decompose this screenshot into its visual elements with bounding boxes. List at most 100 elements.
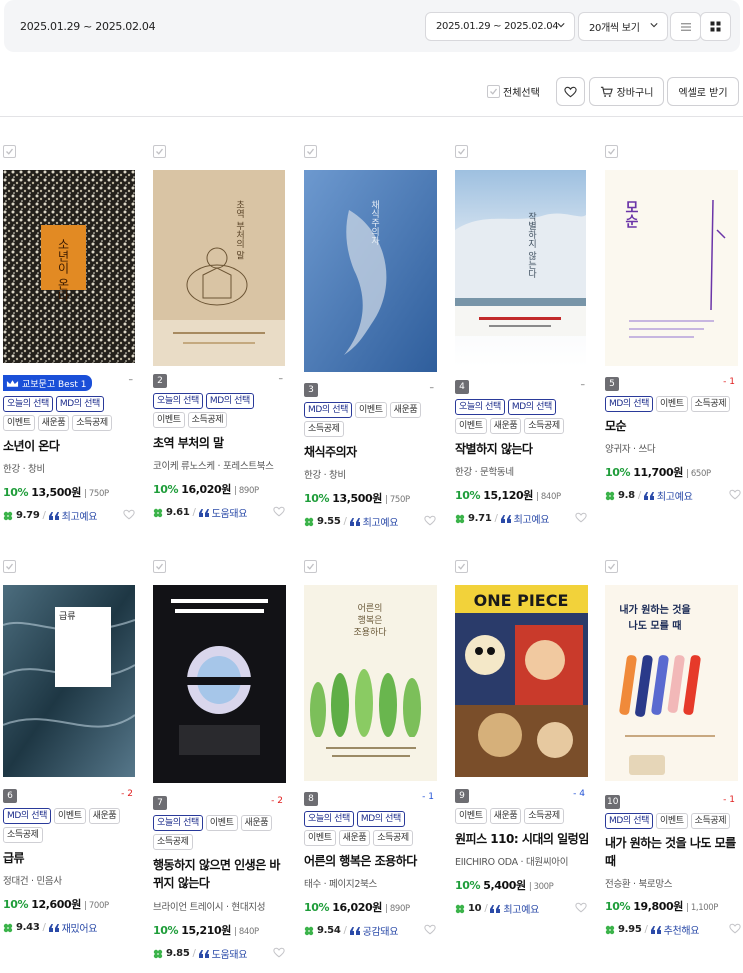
book-title[interactable]: 내가 원하는 것을 나도 모를 때 (605, 834, 739, 870)
rank-change: – (278, 374, 284, 384)
heart-icon[interactable] (273, 506, 285, 517)
clover-icon (605, 925, 615, 934)
tag-list: MD의 선택 이벤트 새운품 소득공제 (3, 808, 137, 843)
review-keyword: 최고예요 (61, 512, 98, 523)
book-card[interactable]: 모순 5 - 1 MD의 선택 이벤트 소득공제 모순 양귀자 · 쓰다 10%… (605, 145, 743, 515)
book-card[interactable]: 채식주의자 3 – MD의 선택 이벤트 새운품 소득공제 채식주의자 한강 ·… (304, 145, 444, 535)
book-card[interactable]: 작별하지 않는다 4 – 오늘의 선택 MD의 선택 이벤트 새운품 소득공제 … (455, 145, 595, 530)
book-author-publisher[interactable]: EIICHIRO ODA · 대원씨아이 (455, 854, 589, 868)
date-range-label: 2025.01.29 ~ 2025.02.04 (20, 20, 156, 33)
book-title[interactable]: 모순 (605, 417, 739, 435)
heart-icon[interactable] (729, 489, 741, 500)
book-author-publisher[interactable]: 한강 · 문학동네 (455, 464, 589, 478)
heart-icon[interactable] (273, 947, 285, 958)
book-checkbox[interactable] (304, 560, 317, 573)
book-cover[interactable]: 내가 원하는 것을 나도 모를 때 (605, 585, 738, 781)
tag: 오늘의 선택 (153, 815, 203, 831)
book-cover[interactable]: 어른의 행복은 조용하다 (304, 585, 437, 781)
book-title[interactable]: 어른의 행복은 조용하다 (304, 852, 438, 870)
tag: 새운품 (489, 418, 522, 434)
heart-icon[interactable] (424, 924, 436, 935)
book-title[interactable]: 소년이 온다 (3, 437, 137, 455)
svg-text:채식주의자: 채식주의자 (369, 200, 379, 246)
excel-download-button[interactable]: 엑셀로 받기 (667, 77, 739, 106)
book-cover[interactable]: 급류 (3, 585, 135, 777)
book-checkbox[interactable] (455, 145, 468, 158)
rating-score: 9.43 (16, 922, 40, 933)
book-price: 10% 12,600원 | 700P (3, 898, 109, 911)
book-checkbox[interactable] (153, 145, 166, 158)
book-author-publisher[interactable]: 한강 · 창비 (3, 461, 137, 475)
book-cover[interactable]: 초역 부처의 말 (153, 170, 285, 366)
rating-score: 10 (468, 903, 482, 914)
cart-button[interactable]: 장바구니 (589, 77, 664, 106)
tag: 소득공제 (690, 396, 731, 412)
rank-row: 3 – (304, 383, 438, 399)
rating-score: 9.54 (317, 925, 341, 936)
rank-number: 4 (455, 380, 469, 394)
book-card[interactable]: 초역 부처의 말 2 – 오늘의 선택 MD의 선택 이벤트 소득공제 초역 부… (153, 145, 293, 525)
book-author-publisher[interactable]: 정대건 · 민음사 (3, 873, 137, 887)
tag: 이벤트 (3, 415, 35, 431)
heart-icon[interactable] (424, 515, 436, 526)
book-card[interactable]: 어른의 행복은 조용하다 8 - 1 오늘의 선택 MD의 선택 이벤트 새운품… (304, 560, 444, 945)
reward-points: 300P (533, 882, 554, 892)
book-author-publisher[interactable]: 전승환 · 북로망스 (605, 876, 739, 890)
book-author-publisher[interactable]: 한강 · 창비 (304, 467, 438, 481)
book-cover-image: 내가 원하는 것을 나도 모를 때 (605, 585, 738, 781)
heart-icon[interactable] (575, 902, 587, 913)
quote-icon (198, 508, 209, 517)
book-checkbox[interactable] (153, 560, 166, 573)
book-title[interactable]: 급류 (3, 849, 137, 867)
book-card[interactable]: ONE PIECE 9 - 4 이벤트 새운품 소득공제 원피스 110: 시대… (455, 560, 595, 930)
book-card[interactable]: 급류 6 - 2 MD의 선택 이벤트 새운품 소득공제 급류 정대건 · 민음… (3, 560, 143, 940)
book-price: 10% 15,210원 | 840P (153, 924, 259, 937)
book-author-publisher[interactable]: 태수 · 페이지2북스 (304, 876, 438, 890)
svg-text:작별하지 않는다: 작별하지 않는다 (526, 212, 536, 279)
book-checkbox[interactable] (605, 560, 618, 573)
book-checkbox[interactable] (3, 145, 16, 158)
select-all[interactable]: 전체선택 (487, 84, 540, 99)
best-badge-label: 교보문고 Best 1 (22, 379, 87, 390)
select-all-checkbox[interactable] (487, 85, 500, 98)
book-title[interactable]: 행동하지 않으면 인생은 바뀌지 않는다 (153, 856, 287, 892)
book-checkbox[interactable] (455, 560, 468, 573)
book-author-publisher[interactable]: 브라이언 트레이시 · 현대지성 (153, 899, 287, 913)
tag: 소득공제 (187, 412, 228, 428)
book-card[interactable]: 내가 원하는 것을 나도 모를 때 10 - 1 MD의 선택 이벤트 소득공제… (605, 560, 743, 945)
tag-list: MD의 선택 이벤트 새운품 소득공제 (304, 402, 438, 437)
rating-row: 9.55 / 최고예요 (304, 514, 398, 529)
date-range-select[interactable]: 2025.01.29 ~ 2025.02.04 (425, 12, 575, 41)
book-cover[interactable]: 작별하지 않는다 (455, 170, 586, 367)
book-checkbox[interactable] (3, 560, 16, 573)
book-card[interactable]: 7 - 2 오늘의 선택 이벤트 새운품 소득공제 행동하지 않으면 인생은 바… (153, 560, 293, 961)
tag: 이벤트 (54, 808, 86, 824)
book-title[interactable]: 작별하지 않는다 (455, 440, 589, 458)
wishlist-button[interactable] (556, 77, 585, 106)
book-title[interactable]: 초역 부처의 말 (153, 434, 287, 452)
list-icon (680, 22, 691, 31)
book-cover[interactable]: ONE PIECE (455, 585, 588, 777)
clover-icon (153, 949, 163, 958)
heart-icon[interactable] (575, 512, 587, 523)
book-card[interactable]: 소년이 온다 교보문고 Best 1 – 오늘의 선택 MD의 선택 이벤트 새… (3, 145, 143, 525)
book-title[interactable]: 원피스 110: 시대의 일렁임 (455, 830, 589, 848)
discount-rate: 10% (153, 483, 179, 496)
book-cover[interactable] (153, 585, 286, 783)
svg-text:조용하다: 조용하다 (353, 627, 387, 638)
book-checkbox[interactable] (605, 145, 618, 158)
page-size-select[interactable]: 20개씩 보기 (578, 12, 668, 41)
book-cover[interactable]: 소년이 온다 (3, 170, 135, 363)
list-view-button[interactable] (670, 12, 701, 41)
book-cover[interactable]: 채식주의자 (304, 170, 437, 372)
reward-points: 840P (238, 927, 259, 937)
book-author-publisher[interactable]: 코이케 류노스케 · 포레스트북스 (153, 458, 287, 472)
quote-icon (48, 923, 59, 932)
grid-view-button[interactable] (700, 12, 731, 41)
book-checkbox[interactable] (304, 145, 317, 158)
heart-icon[interactable] (729, 923, 741, 934)
book-author-publisher[interactable]: 양귀자 · 쓰다 (605, 441, 739, 455)
heart-icon[interactable] (123, 509, 135, 520)
book-title[interactable]: 채식주의자 (304, 443, 438, 461)
book-cover[interactable]: 모순 (605, 170, 738, 366)
